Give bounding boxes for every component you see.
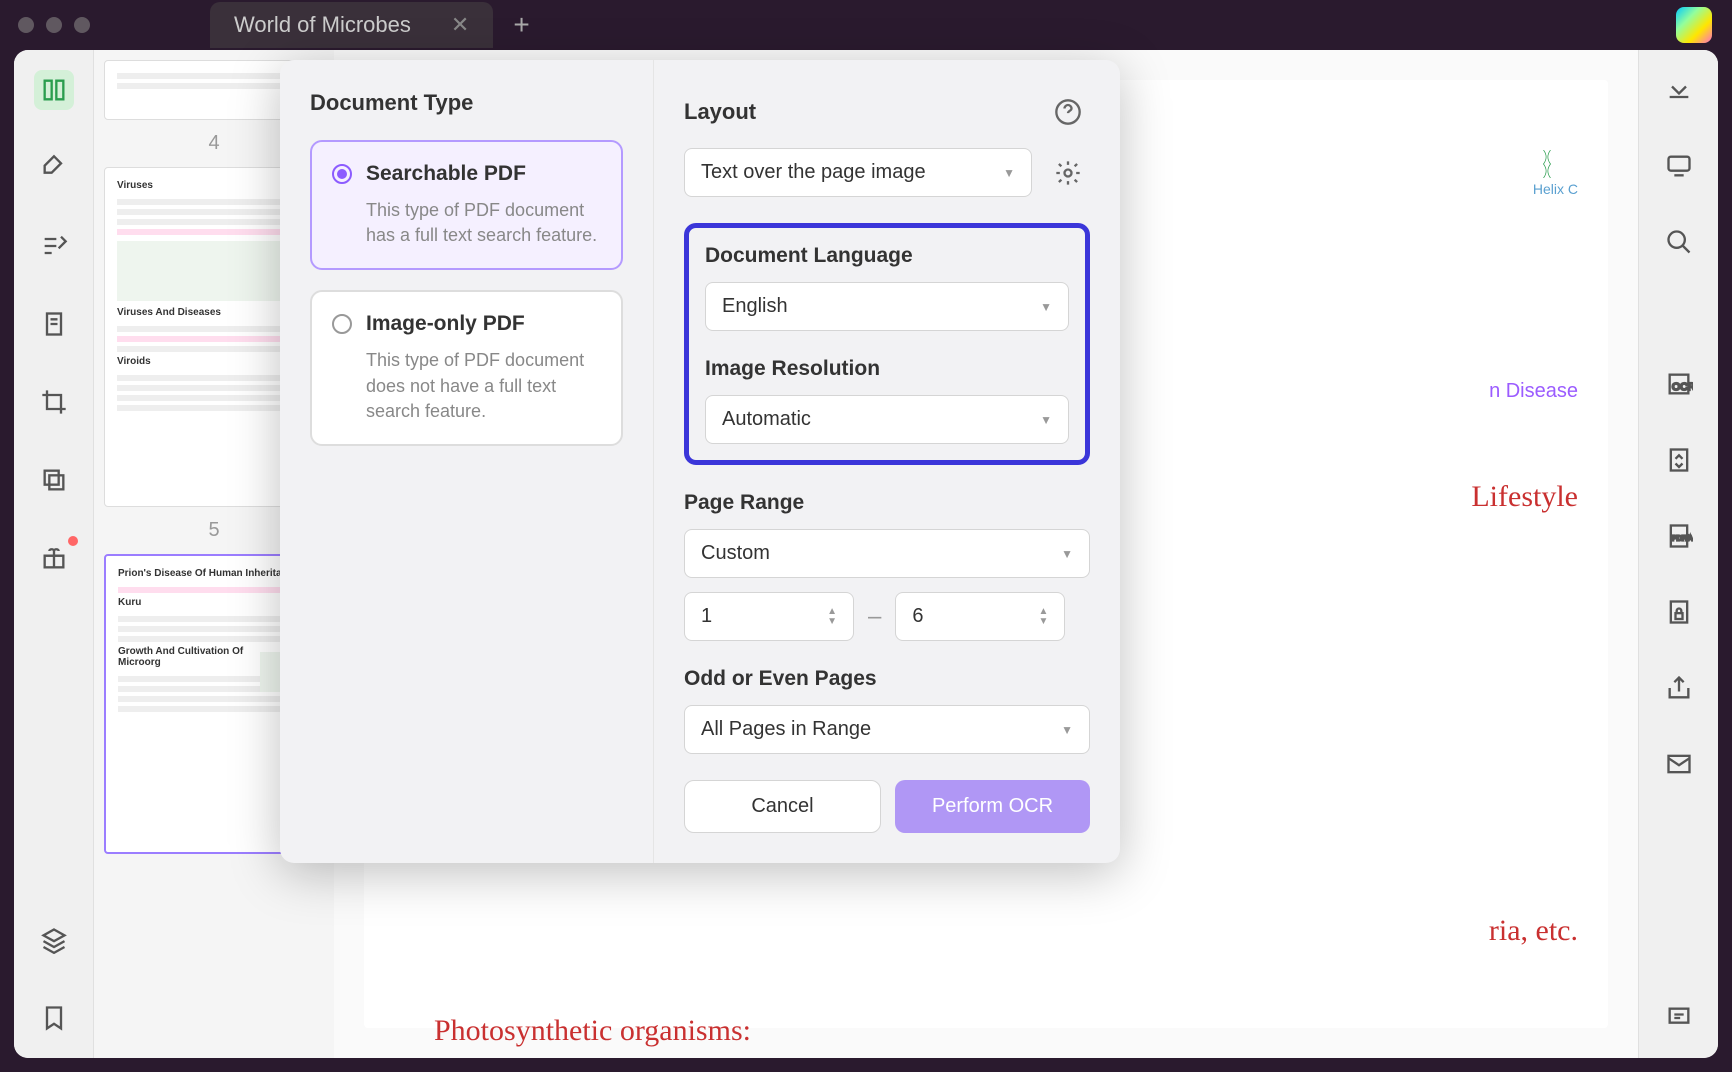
chevron-down-icon: ▼ [1061,547,1073,561]
odd-even-select[interactable]: All Pages in Range ▼ [684,705,1090,754]
page-range-value: Custom [701,542,770,565]
bookmark-tool[interactable] [34,998,74,1038]
layout-heading: Layout [684,99,1032,125]
highlighter-tool[interactable] [34,148,74,188]
lock-button[interactable] [1659,592,1699,632]
lock-page-icon [1665,598,1693,626]
traffic-lights [18,17,90,33]
close-window-button[interactable] [18,17,34,33]
range-to-value: 6 [912,605,923,628]
option-image-only-pdf[interactable]: Image-only PDF This type of PDF document… [310,290,623,446]
option-title: Searchable PDF [366,162,526,186]
stepper-icon[interactable]: ▲▼ [1038,607,1048,627]
ocr-icon: OCR [1665,370,1693,398]
range-dash: – [868,603,881,631]
convert-button[interactable] [1659,440,1699,480]
layout-value: Text over the page image [701,161,926,184]
app-logo-icon[interactable] [1676,7,1712,43]
language-select[interactable]: English ▼ [705,282,1069,331]
titlebar: World of Microbes ✕ + [0,0,1732,50]
resolution-select[interactable]: Automatic ▼ [705,395,1069,444]
perform-ocr-button[interactable]: Perform OCR [895,780,1090,833]
screen-icon [1665,152,1693,180]
annotate-tool[interactable] [34,226,74,266]
share-icon [1665,674,1693,702]
odd-even-label: Odd or Even Pages [684,667,1090,691]
crop-tool[interactable] [34,382,74,422]
range-from-value: 1 [701,605,712,628]
right-toolbar: OCR PDF/A [1638,50,1718,1058]
crop-icon [40,388,68,416]
modal-right-panel: Layout Text over the page image ▼ Docume… [654,60,1120,863]
reader-tool[interactable] [34,70,74,110]
add-tab-button[interactable]: + [513,9,529,41]
option-title: Image-only PDF [366,312,525,336]
book-icon [40,76,68,104]
pdfa-button[interactable]: PDF/A [1659,516,1699,556]
radio-searchable[interactable] [332,164,352,184]
pencil-note-icon [40,232,68,260]
search-button[interactable] [1659,222,1699,262]
comments-button[interactable] [1659,998,1699,1038]
layout-select[interactable]: Text over the page image ▼ [684,148,1032,197]
gift-tool[interactable] [34,538,74,578]
search-icon [1665,228,1693,256]
layers-tool[interactable] [34,920,74,960]
presentation-button[interactable] [1659,146,1699,186]
gift-icon [40,544,68,572]
page-tool[interactable] [34,304,74,344]
svg-text:OCR: OCR [1672,381,1693,393]
page-icon [40,310,68,338]
share-button[interactable] [1659,668,1699,708]
gear-icon [1054,159,1082,187]
modal-left-panel: Document Type Searchable PDF This type o… [280,60,654,863]
collapse-button[interactable] [1659,70,1699,110]
mail-icon [1665,750,1693,778]
radio-image-only[interactable] [332,314,352,334]
copy-icon [40,466,68,494]
layers-icon [40,926,68,954]
comment-icon [1665,1004,1693,1032]
range-to-input[interactable]: 6 ▲▼ [895,592,1065,641]
chevron-down-icon: ▼ [1040,413,1052,427]
maximize-window-button[interactable] [74,17,90,33]
resolution-value: Automatic [722,408,811,431]
mail-button[interactable] [1659,744,1699,784]
convert-icon [1665,446,1693,474]
tab-document[interactable]: World of Microbes ✕ [210,2,493,48]
highlighted-settings: Document Language English ▼ Image Resolu… [684,223,1090,465]
pdfa-icon: PDF/A [1665,522,1693,550]
chevron-down-icon: ▼ [1040,300,1052,314]
ocr-settings-modal: Document Type Searchable PDF This type o… [280,60,1120,863]
resolution-label: Image Resolution [705,357,1069,381]
stepper-icon[interactable]: ▲▼ [827,607,837,627]
page-range-select[interactable]: Custom ▼ [684,529,1090,578]
settings-button[interactable] [1046,151,1090,195]
chevron-down-icon: ▼ [1061,723,1073,737]
help-button[interactable] [1046,90,1090,134]
highlighter-icon [40,154,68,182]
document-type-heading: Document Type [310,90,623,116]
option-description: This type of PDF document has a full tex… [332,198,601,248]
chevron-down-icon: ▼ [1003,166,1015,180]
ocr-button[interactable]: OCR [1659,364,1699,404]
language-label: Document Language [705,244,1069,268]
option-description: This type of PDF document does not have … [332,348,601,424]
copy-tool[interactable] [34,460,74,500]
language-value: English [722,295,788,318]
chevron-down-icon [1665,76,1693,104]
svg-text:PDF/A: PDF/A [1672,536,1693,543]
helix-illustration: Helix C [1533,150,1578,197]
left-toolbar [14,50,94,1058]
minimize-window-button[interactable] [46,17,62,33]
option-searchable-pdf[interactable]: Searchable PDF This type of PDF document… [310,140,623,270]
cancel-button[interactable]: Cancel [684,780,881,833]
range-from-input[interactable]: 1 ▲▼ [684,592,854,641]
bookmark-icon [40,1004,68,1032]
help-icon [1054,98,1082,126]
odd-even-value: All Pages in Range [701,718,871,741]
page-range-label: Page Range [684,491,1090,515]
tab-title: World of Microbes [234,12,411,38]
close-tab-icon[interactable]: ✕ [451,12,469,38]
